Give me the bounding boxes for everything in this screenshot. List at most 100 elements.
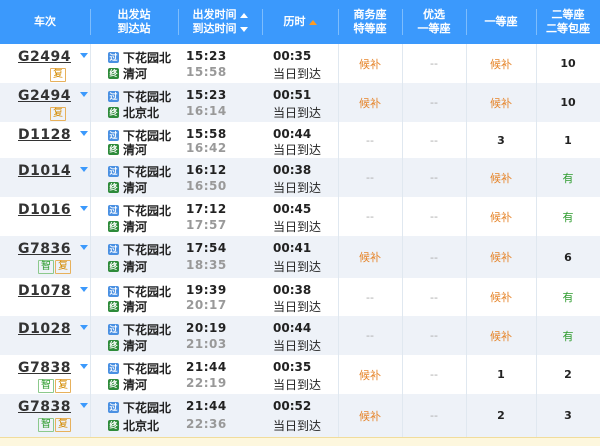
train-number-link[interactable]: G7836 bbox=[18, 241, 71, 257]
terminal-station-icon: 终 bbox=[108, 340, 119, 351]
business-seat-cell[interactable]: 候补 bbox=[338, 83, 402, 122]
premium-first-seat-cell: -- bbox=[430, 368, 438, 381]
second-class-seat-cell[interactable]: 10 bbox=[536, 83, 600, 122]
sort-arrival-time[interactable]: 到达时间 bbox=[193, 22, 248, 36]
business-seat-cell[interactable]: -- bbox=[338, 122, 402, 158]
duration: 00:35 bbox=[273, 49, 312, 63]
duration: 00:41 bbox=[273, 241, 312, 255]
first-class-seat-cell[interactable]: 候补 bbox=[466, 197, 536, 236]
expand-stops-icon[interactable] bbox=[80, 92, 88, 97]
smart-train-badge: 智 bbox=[38, 418, 54, 432]
first-class-seat-cell[interactable]: 候补 bbox=[466, 236, 536, 278]
expand-stops-icon[interactable] bbox=[80, 403, 88, 408]
train-number-link[interactable]: D1028 bbox=[18, 321, 71, 337]
second-class-seat-cell[interactable]: 有 bbox=[536, 278, 600, 316]
pass-station-icon: 过 bbox=[108, 52, 119, 63]
arrival-station: 终 清河 bbox=[108, 143, 148, 157]
expand-stops-icon[interactable] bbox=[80, 53, 88, 58]
arrival-station: 终 北京北 bbox=[108, 419, 160, 433]
premium-first-seat-cell: -- bbox=[430, 329, 438, 342]
business-seat-cell[interactable]: 候补 bbox=[338, 44, 402, 83]
arrival-station: 终 清河 bbox=[108, 300, 148, 314]
business-seat-cell[interactable]: 候补 bbox=[338, 394, 402, 437]
arrival-time: 21:03 bbox=[186, 337, 227, 351]
table-row: G2494 复 过 下花园北 终 北京北 15:23 16:14 00:51 当… bbox=[0, 83, 600, 123]
second-class-seat-cell[interactable]: 10 bbox=[536, 44, 600, 83]
terminal-station-icon: 终 bbox=[108, 182, 119, 193]
second-class-seat-cell[interactable]: 2 bbox=[536, 355, 600, 394]
first-class-seat-cell[interactable]: 候补 bbox=[466, 316, 536, 355]
train-badges: 智复 bbox=[38, 418, 71, 432]
business-seat-cell[interactable]: -- bbox=[338, 278, 402, 316]
premium-first-seat-cell: -- bbox=[430, 57, 438, 70]
departure-station: 过 下花园北 bbox=[108, 362, 172, 376]
business-seat-cell[interactable]: 候补 bbox=[338, 355, 402, 394]
arrival-day: 当日到达 bbox=[273, 67, 322, 81]
train-number-link[interactable]: G2494 bbox=[18, 49, 71, 65]
table-row: D1016 过 下花园北 终 清河 17:12 17:57 00:45 当日到达… bbox=[0, 197, 600, 237]
business-seat-cell[interactable]: 候补 bbox=[338, 236, 402, 278]
departure-time: 19:39 bbox=[186, 283, 227, 297]
arrival-time: 16:14 bbox=[186, 104, 227, 118]
first-class-seat-cell[interactable]: 候补 bbox=[466, 278, 536, 316]
first-class-seat-cell[interactable]: 候补 bbox=[466, 83, 536, 122]
expand-stops-icon[interactable] bbox=[80, 131, 88, 136]
second-class-seat-cell[interactable]: 1 bbox=[536, 122, 600, 158]
premium-first-seat-cell: -- bbox=[430, 133, 438, 147]
sort-asc-icon bbox=[308, 19, 317, 25]
arrival-day: 当日到达 bbox=[273, 181, 322, 195]
premium-first-seat-cell: -- bbox=[430, 290, 438, 304]
expand-stops-icon[interactable] bbox=[80, 167, 88, 172]
header-duration[interactable]: 历时 bbox=[262, 0, 338, 44]
second-class-seat-cell[interactable]: 有 bbox=[536, 197, 600, 236]
header-times: 出发时间 到达时间 bbox=[178, 0, 262, 44]
business-seat-cell[interactable]: -- bbox=[338, 197, 402, 236]
expand-stops-icon[interactable] bbox=[80, 325, 88, 330]
departure-time: 15:23 bbox=[186, 49, 227, 63]
pass-station-icon: 过 bbox=[108, 244, 119, 255]
first-class-seat-cell[interactable]: 候补 bbox=[466, 158, 536, 197]
duration: 00:38 bbox=[273, 283, 312, 297]
second-class-seat-cell[interactable]: 6 bbox=[536, 236, 600, 278]
premium-first-seat-cell: -- bbox=[430, 96, 438, 109]
train-number-link[interactable]: D1128 bbox=[18, 127, 71, 143]
second-class-seat-cell[interactable]: 3 bbox=[536, 394, 600, 437]
second-class-seat-cell[interactable]: 有 bbox=[536, 316, 600, 355]
expand-stops-icon[interactable] bbox=[80, 206, 88, 211]
train-number-link[interactable]: D1016 bbox=[18, 202, 71, 218]
train-number-link[interactable]: D1078 bbox=[18, 283, 71, 299]
duration: 00:35 bbox=[273, 360, 312, 374]
smart-train-badge: 智 bbox=[38, 379, 54, 393]
table-row: G7836 智复 过 下花园北 终 清河 17:54 18:35 00:41 当… bbox=[0, 236, 600, 279]
arrival-station: 终 清河 bbox=[108, 67, 148, 81]
arrival-time: 15:58 bbox=[186, 65, 227, 79]
sort-departure-time[interactable]: 出发时间 bbox=[193, 8, 248, 22]
first-class-seat-cell[interactable]: 候补 bbox=[466, 44, 536, 83]
departure-station: 过 下花园北 bbox=[108, 323, 172, 337]
train-number-link[interactable]: G7838 bbox=[18, 399, 71, 415]
first-class-seat-cell[interactable]: 1 bbox=[466, 355, 536, 394]
train-badges: 智复 bbox=[38, 260, 71, 274]
first-class-seat-cell[interactable]: 2 bbox=[466, 394, 536, 437]
expand-stops-icon[interactable] bbox=[80, 245, 88, 250]
arrival-day: 当日到达 bbox=[273, 220, 322, 234]
departure-time: 15:23 bbox=[186, 88, 227, 102]
arrival-day: 当日到达 bbox=[273, 106, 322, 120]
duration: 00:38 bbox=[273, 163, 312, 177]
train-number-link[interactable]: G7838 bbox=[18, 360, 71, 376]
first-class-seat-cell[interactable]: 3 bbox=[466, 122, 536, 158]
business-seat-cell[interactable]: -- bbox=[338, 316, 402, 355]
fuxing-badge: 复 bbox=[50, 68, 66, 82]
sort-desc-icon bbox=[239, 26, 248, 32]
table-row: G7838 智复 过 下花园北 终 清河 21:44 22:19 00:35 当… bbox=[0, 355, 600, 395]
arrival-station: 终 清河 bbox=[108, 220, 148, 234]
business-seat-cell[interactable]: -- bbox=[338, 158, 402, 197]
header-business-seat: 商务座 特等座 bbox=[353, 8, 387, 35]
arrival-day: 当日到达 bbox=[273, 143, 322, 157]
expand-stops-icon[interactable] bbox=[80, 287, 88, 292]
terminal-station-icon: 终 bbox=[108, 420, 119, 431]
expand-stops-icon[interactable] bbox=[80, 364, 88, 369]
train-number-link[interactable]: D1014 bbox=[18, 163, 71, 179]
second-class-seat-cell[interactable]: 有 bbox=[536, 158, 600, 197]
train-number-link[interactable]: G2494 bbox=[18, 88, 71, 104]
